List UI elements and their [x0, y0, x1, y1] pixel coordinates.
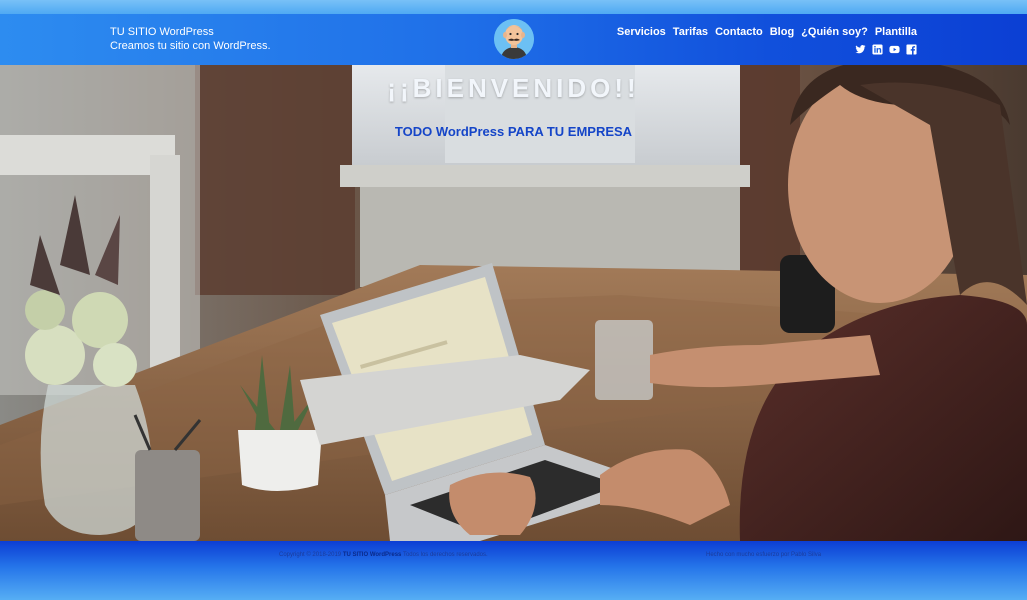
hero-section: ¡¡BIENVENIDO!! TODO WordPress PARA TU EM…: [0, 65, 1027, 541]
nav-plantilla[interactable]: Plantilla: [875, 26, 917, 38]
nav-contacto[interactable]: Contacto: [715, 26, 763, 38]
youtube-icon[interactable]: [889, 42, 900, 54]
nav-quien-soy[interactable]: ¿Quién soy?: [801, 26, 868, 38]
avatar-illustration: [494, 19, 534, 59]
copyright-text: Copyright © 2018-2019 TU SITIO WordPress…: [279, 552, 488, 558]
hero-subtitle: TODO WordPress PARA TU EMPRESA: [394, 124, 633, 139]
credit-text: Hecho con mucho esfuerzo por Pablo Silva: [706, 552, 822, 558]
copyright-brand-link[interactable]: TU SITIO WordPress: [343, 552, 402, 558]
copyright-suffix: Todos los derechos reservados.: [402, 552, 488, 558]
social-links: [617, 42, 917, 55]
main-nav: Servicios Tarifas Contacto Blog ¿Quién s…: [617, 26, 917, 55]
site-title[interactable]: TU SITIO WordPress: [110, 25, 271, 39]
facebook-icon[interactable]: [906, 42, 917, 55]
site-tagline: Creamos tu sitio con WordPress.: [110, 40, 271, 52]
site-header: TU SITIO WordPress Creamos tu sitio con …: [0, 14, 1027, 65]
nav-blog[interactable]: Blog: [770, 26, 794, 38]
top-strip: [0, 0, 1027, 14]
site-branding[interactable]: TU SITIO WordPress Creamos tu sitio con …: [110, 25, 271, 53]
nav-servicios[interactable]: Servicios: [617, 26, 666, 38]
copyright-prefix: Copyright © 2018-2019: [279, 552, 342, 558]
site-footer: Copyright © 2018-2019 TU SITIO WordPress…: [0, 541, 1027, 600]
nav-tarifas[interactable]: Tarifas: [673, 26, 708, 38]
twitter-icon[interactable]: [855, 42, 866, 54]
avatar[interactable]: [494, 19, 534, 59]
linkedin-icon[interactable]: [872, 42, 883, 55]
hero-title: ¡¡BIENVENIDO!!: [387, 73, 640, 103]
